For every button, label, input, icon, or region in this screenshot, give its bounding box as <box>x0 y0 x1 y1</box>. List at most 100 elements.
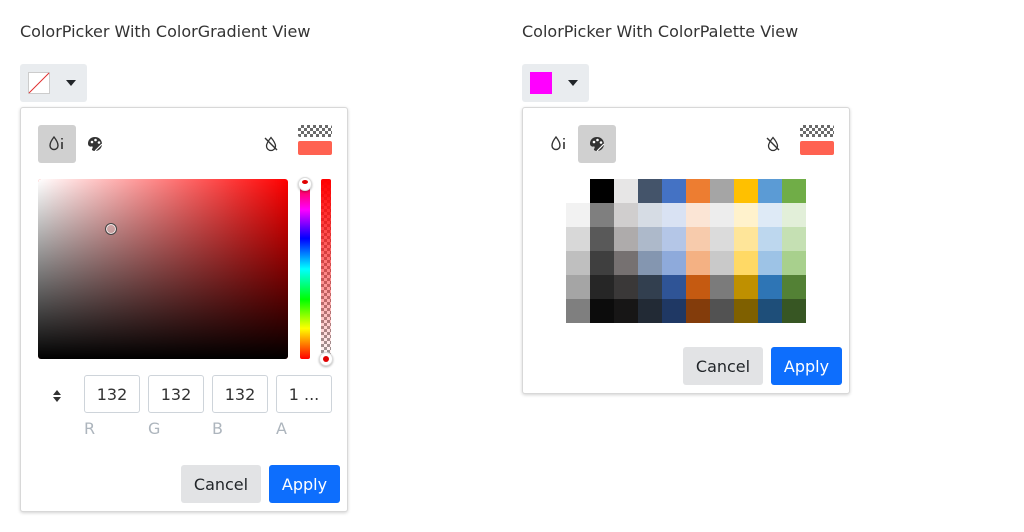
palette-color-cell[interactable] <box>566 227 590 251</box>
palette-color-cell[interactable] <box>686 275 710 299</box>
palette-color-cell[interactable] <box>662 299 686 323</box>
previous-color-preview <box>298 125 332 137</box>
current-color-preview <box>298 141 332 155</box>
no-color-button[interactable] <box>762 133 784 155</box>
gradient-view-button[interactable] <box>38 125 76 163</box>
palette-color-cell[interactable] <box>662 227 686 251</box>
palette-color-cell[interactable] <box>614 203 638 227</box>
palette-color-cell[interactable] <box>566 275 590 299</box>
blue-input[interactable] <box>212 375 268 413</box>
sort-arrows-icon <box>52 388 62 404</box>
palette-color-cell[interactable] <box>662 275 686 299</box>
palette-color-cell[interactable] <box>710 203 734 227</box>
palette-demo-title: ColorPicker With ColorPalette View <box>522 22 799 41</box>
opacity-slider-handle[interactable] <box>319 352 333 366</box>
cancel-button[interactable]: Cancel <box>683 347 763 385</box>
palette-color-cell[interactable] <box>686 251 710 275</box>
palette-color-cell[interactable] <box>614 227 638 251</box>
palette-color-cell[interactable] <box>782 299 806 323</box>
palette-color-cell[interactable] <box>638 179 662 203</box>
palette-color-cell[interactable] <box>710 251 734 275</box>
palette-color-cell[interactable] <box>686 179 710 203</box>
palette-color-cell[interactable] <box>734 227 758 251</box>
red-input[interactable] <box>84 375 140 413</box>
palette-color-cell[interactable] <box>758 275 782 299</box>
green-input[interactable] <box>148 375 204 413</box>
droplet-icon <box>48 135 66 153</box>
no-color-button[interactable] <box>260 133 282 155</box>
palette-color-cell[interactable] <box>566 179 590 203</box>
palette-color-cell[interactable] <box>734 299 758 323</box>
palette-color-cell[interactable] <box>614 251 638 275</box>
palette-color-cell[interactable] <box>614 275 638 299</box>
palette-color-cell[interactable] <box>566 203 590 227</box>
palette-view-button[interactable] <box>578 125 616 163</box>
palette-color-cell[interactable] <box>686 203 710 227</box>
previous-color-preview <box>800 125 834 137</box>
color-preview <box>800 125 834 155</box>
gradient-view-button[interactable] <box>540 125 578 163</box>
color-palette-grid <box>566 179 806 323</box>
palette-color-cell[interactable] <box>686 227 710 251</box>
apply-button[interactable]: Apply <box>269 465 340 503</box>
palette-color-cell[interactable] <box>710 179 734 203</box>
palette-color-cell[interactable] <box>782 227 806 251</box>
palette-color-cell[interactable] <box>758 299 782 323</box>
palette-color-cell[interactable] <box>734 203 758 227</box>
palette-color-cell[interactable] <box>662 179 686 203</box>
palette-color-cell[interactable] <box>590 179 614 203</box>
palette-color-cell[interactable] <box>638 299 662 323</box>
palette-colorpicker-trigger[interactable] <box>522 64 589 102</box>
palette-color-cell[interactable] <box>662 203 686 227</box>
palette-color-cell[interactable] <box>758 227 782 251</box>
palette-color-cell[interactable] <box>638 203 662 227</box>
palette-icon <box>86 135 104 153</box>
palette-view-button[interactable] <box>76 125 114 163</box>
palette-color-cell[interactable] <box>782 251 806 275</box>
apply-button[interactable]: Apply <box>771 347 842 385</box>
palette-color-cell[interactable] <box>758 203 782 227</box>
gradient-colorpicker-trigger[interactable] <box>20 64 87 102</box>
palette-color-cell[interactable] <box>590 299 614 323</box>
hue-slider[interactable] <box>298 177 312 359</box>
toggle-input-format-button[interactable] <box>50 384 64 408</box>
palette-color-cell[interactable] <box>710 227 734 251</box>
palette-color-cell[interactable] <box>710 275 734 299</box>
palette-color-cell[interactable] <box>710 299 734 323</box>
palette-color-cell[interactable] <box>638 251 662 275</box>
palette-color-cell[interactable] <box>686 299 710 323</box>
palette-color-cell[interactable] <box>734 275 758 299</box>
alpha-label: A <box>276 419 287 438</box>
palette-color-cell[interactable] <box>566 251 590 275</box>
hue-slider-handle[interactable] <box>298 177 312 191</box>
palette-color-cell[interactable] <box>782 179 806 203</box>
palette-color-cell[interactable] <box>734 251 758 275</box>
palette-color-cell[interactable] <box>782 275 806 299</box>
color-preview <box>298 125 332 155</box>
palette-color-cell[interactable] <box>638 227 662 251</box>
cancel-button[interactable]: Cancel <box>181 465 261 503</box>
palette-color-cell[interactable] <box>566 299 590 323</box>
palette-icon <box>588 135 606 153</box>
palette-color-cell[interactable] <box>782 203 806 227</box>
selected-color-swatch <box>530 72 552 94</box>
palette-color-cell[interactable] <box>734 179 758 203</box>
palette-color-cell[interactable] <box>614 179 638 203</box>
gradient-handle[interactable] <box>104 223 117 236</box>
palette-color-cell[interactable] <box>638 275 662 299</box>
palette-color-cell[interactable] <box>758 179 782 203</box>
droplet-slash-icon <box>765 136 781 152</box>
no-color-swatch <box>28 72 50 94</box>
palette-color-cell[interactable] <box>662 251 686 275</box>
palette-color-cell[interactable] <box>590 275 614 299</box>
palette-color-cell[interactable] <box>614 299 638 323</box>
palette-color-cell[interactable] <box>590 227 614 251</box>
opacity-slider[interactable] <box>321 179 331 359</box>
palette-color-cell[interactable] <box>590 203 614 227</box>
palette-color-cell[interactable] <box>590 251 614 275</box>
caret-down-icon <box>66 80 76 86</box>
alpha-input[interactable] <box>276 375 332 413</box>
color-gradient-area[interactable] <box>38 179 288 359</box>
palette-color-cell[interactable] <box>758 251 782 275</box>
gradient-popup: R G B A Cancel Apply <box>20 107 348 512</box>
